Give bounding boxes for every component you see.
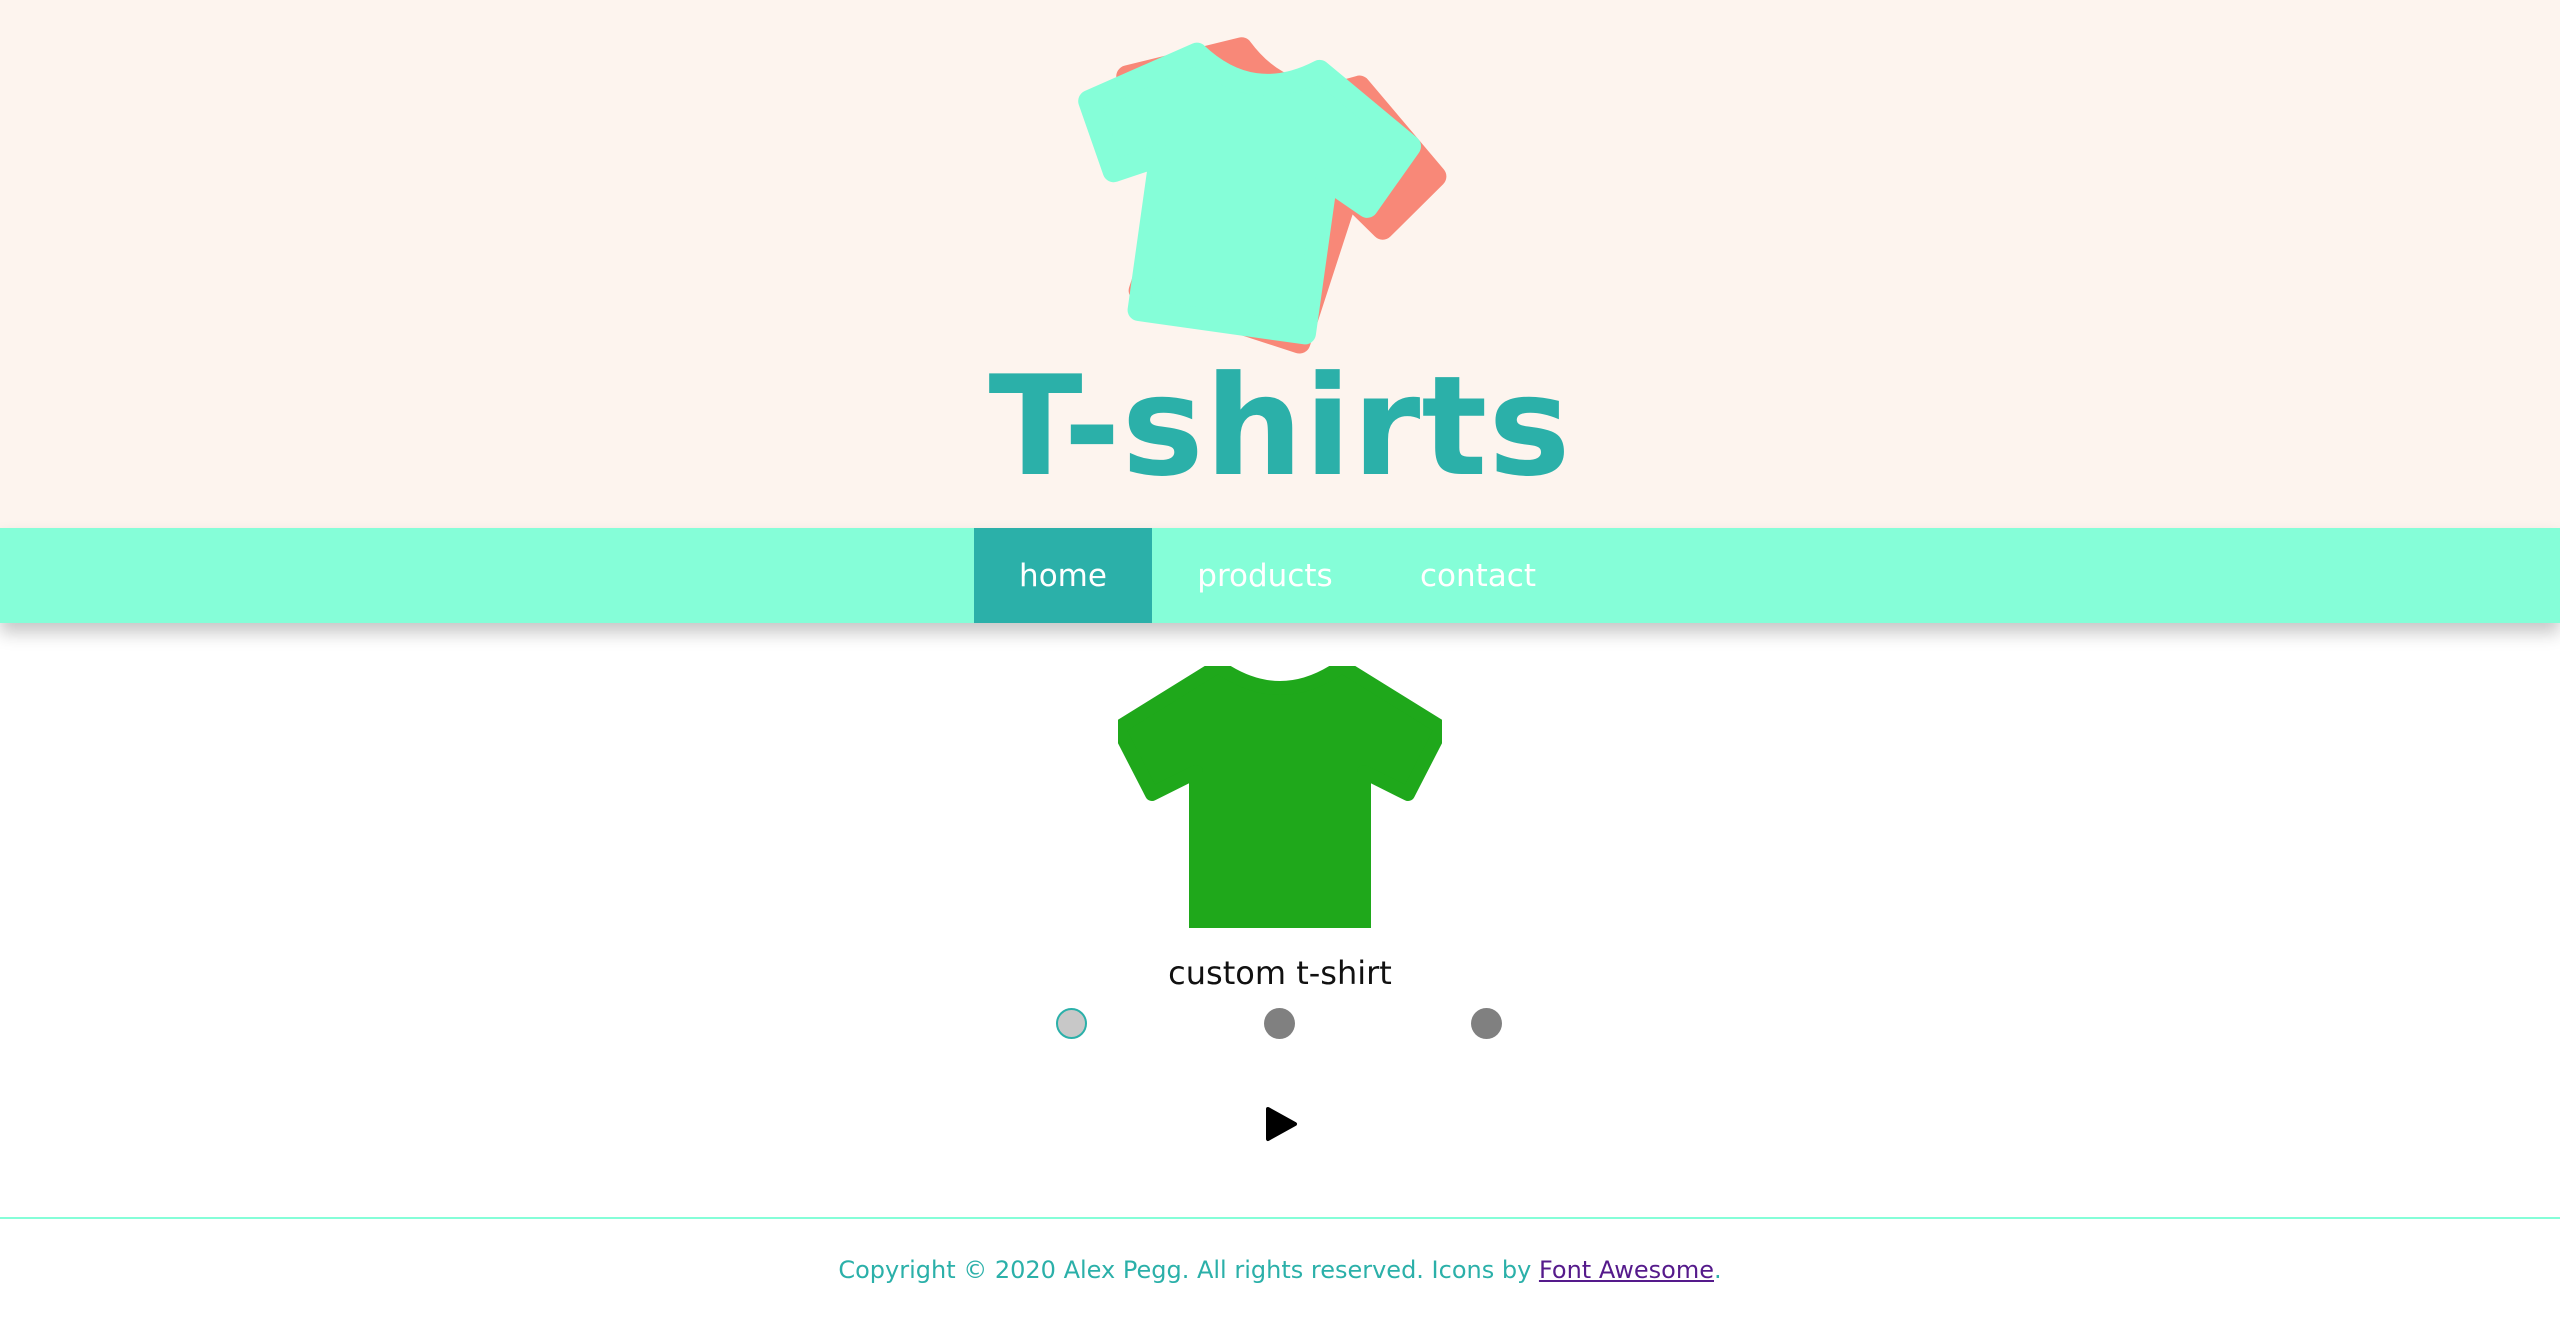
- site-title: T-shirts: [988, 346, 1572, 507]
- footer-divider: [0, 1217, 2560, 1219]
- slide-dot-1[interactable]: [1056, 1008, 1087, 1039]
- nav-item-products[interactable]: products: [1152, 528, 1378, 623]
- nav-item-home[interactable]: home: [974, 528, 1152, 623]
- font-awesome-link[interactable]: Font Awesome: [1539, 1256, 1714, 1284]
- nav-item-contact[interactable]: contact: [1378, 528, 1578, 623]
- slide-dot-2[interactable]: [1264, 1008, 1295, 1039]
- slide-caption: custom t-shirt: [1168, 954, 1392, 992]
- footer-copyright: Copyright © 2020 Alex Pegg. All rights r…: [838, 1256, 1539, 1284]
- main-nav: home products contact: [0, 528, 2560, 623]
- site-footer: Copyright © 2020 Alex Pegg. All rights r…: [0, 1256, 2560, 1284]
- footer-suffix: .: [1714, 1256, 1722, 1284]
- nav-items: home products contact: [974, 528, 1578, 623]
- site-header: T-shirts: [0, 0, 2560, 528]
- tshirt-icon: [1118, 666, 1442, 928]
- stacked-tshirts-icon: [1078, 37, 1447, 354]
- play-icon[interactable]: [1264, 1106, 1298, 1142]
- slide-dot-3[interactable]: [1471, 1008, 1502, 1039]
